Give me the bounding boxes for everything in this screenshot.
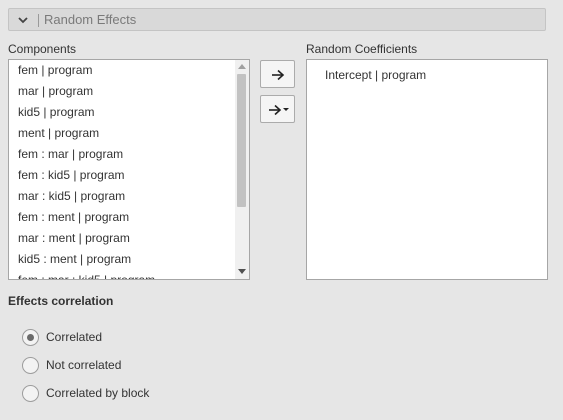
- radio-correlated-by-block-label[interactable]: Correlated by block: [46, 386, 149, 400]
- components-label: Components: [8, 42, 77, 56]
- list-item[interactable]: fem : ment | program: [18, 207, 129, 228]
- list-item[interactable]: mar : ment | program: [18, 228, 130, 249]
- scroll-thumb[interactable]: [237, 74, 246, 207]
- list-item[interactable]: fem : mar : kid5 | program: [18, 270, 155, 279]
- random-coefficients-list[interactable]: Intercept | program: [306, 59, 548, 280]
- arrow-right-icon: [272, 69, 285, 81]
- arrow-right-dropdown-icon: [269, 104, 289, 116]
- list-item[interactable]: fem | program: [18, 60, 92, 81]
- header-separator: [38, 14, 39, 27]
- chevron-down-icon: [18, 17, 28, 24]
- list-item[interactable]: Intercept | program: [325, 65, 426, 86]
- assign-dropdown-button[interactable]: [260, 95, 295, 123]
- radio-selected-dot: [27, 334, 34, 341]
- random-coefficients-label: Random Coefficients: [306, 42, 418, 56]
- list-item[interactable]: fem : mar | program: [18, 144, 123, 165]
- radio-not-correlated-label[interactable]: Not correlated: [46, 358, 121, 372]
- radio-correlated-label[interactable]: Correlated: [46, 330, 102, 344]
- radio-not-correlated[interactable]: [22, 357, 39, 374]
- effects-correlation-label: Effects correlation: [8, 294, 114, 308]
- components-list[interactable]: fem | program mar | program kid5 | progr…: [8, 59, 250, 280]
- radio-correlated-by-block[interactable]: [22, 385, 39, 402]
- list-item[interactable]: kid5 | program: [18, 102, 94, 123]
- random-effects-header[interactable]: Random Effects: [8, 8, 546, 31]
- list-item[interactable]: kid5 : ment | program: [18, 249, 131, 270]
- scroll-up-icon[interactable]: [238, 64, 246, 69]
- list-item[interactable]: mar : kid5 | program: [18, 186, 125, 207]
- section-title: Random Effects: [44, 12, 137, 27]
- components-scrollbar[interactable]: [235, 60, 249, 279]
- assign-button[interactable]: [260, 60, 295, 88]
- list-item[interactable]: fem : kid5 | program: [18, 165, 125, 186]
- list-item[interactable]: mar | program: [18, 81, 93, 102]
- scroll-down-icon[interactable]: [238, 269, 246, 274]
- radio-correlated[interactable]: [22, 329, 39, 346]
- list-item[interactable]: ment | program: [18, 123, 99, 144]
